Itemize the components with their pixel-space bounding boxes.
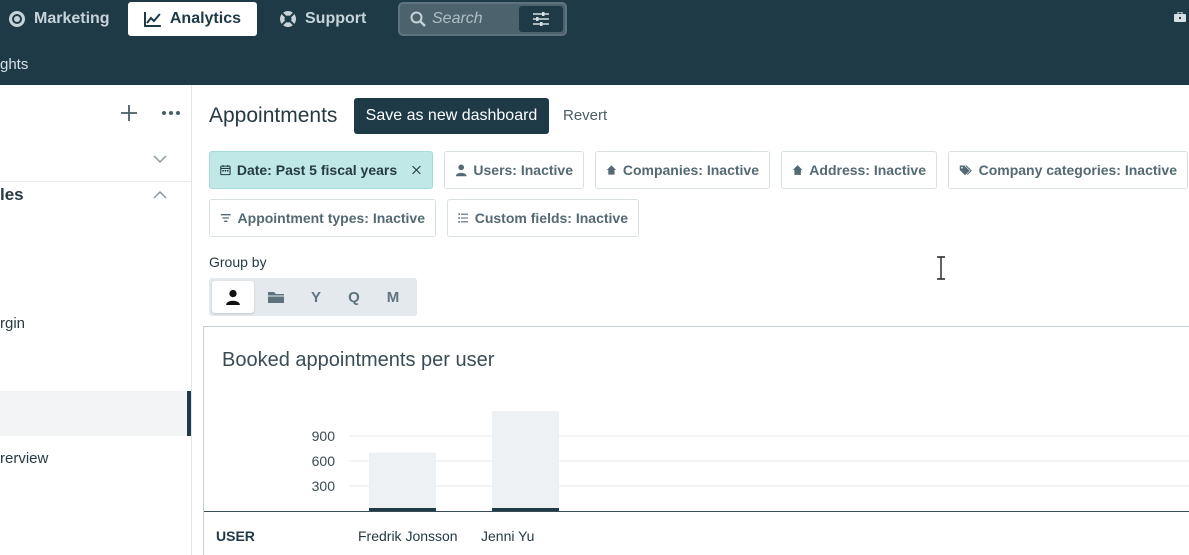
more-icon[interactable] xyxy=(161,103,181,123)
target-icon xyxy=(9,11,25,27)
filter-users[interactable]: Users: Inactive xyxy=(444,151,584,189)
filter-address[interactable]: Address: Inactive xyxy=(781,151,937,189)
folder-icon xyxy=(268,292,284,303)
revert-button[interactable]: Revert xyxy=(563,107,607,124)
chevron-up-icon[interactable] xyxy=(152,187,168,203)
page-title: Appointments xyxy=(209,104,338,127)
group-by-label: Group by xyxy=(209,254,267,270)
filter-label: Address: Inactive xyxy=(809,162,926,178)
plus-icon[interactable] xyxy=(119,103,139,123)
bar-chart: 300 600 900 xyxy=(312,411,1189,511)
save-dashboard-button[interactable]: Save as new dashboard xyxy=(354,98,549,134)
tab-label: Marketing xyxy=(34,10,110,27)
bar[interactable] xyxy=(369,452,436,511)
text-cursor-icon xyxy=(937,256,945,280)
bar[interactable] xyxy=(492,411,559,511)
briefcase-icon[interactable] xyxy=(1174,12,1186,22)
search-box xyxy=(398,2,567,36)
sidebar: les rgin rerview xyxy=(0,85,192,555)
filter-companies[interactable]: Companies: Inactive xyxy=(595,151,770,189)
tab-label: Analytics xyxy=(169,10,241,27)
sidebar-item[interactable]: rerview xyxy=(0,450,191,467)
category-label: Jenni Yu xyxy=(481,528,535,544)
lifebuoy-icon xyxy=(280,11,296,27)
y-tick-label: 300 xyxy=(312,478,336,494)
filter-company-categories[interactable]: Company categories: Inactive xyxy=(948,151,1188,189)
group-by-toggle: Y Q M xyxy=(209,278,417,316)
chevron-down-icon[interactable] xyxy=(152,151,168,167)
filter-label: Company categories: Inactive xyxy=(978,162,1177,178)
tab-analytics[interactable]: Analytics xyxy=(128,2,257,36)
sidebar-divider xyxy=(0,181,191,182)
group-by-quarter[interactable]: Q xyxy=(334,281,374,313)
filter-date[interactable]: Date: Past 5 fiscal years xyxy=(209,151,433,189)
y-tick-label: 900 xyxy=(312,428,336,444)
home-icon xyxy=(792,165,803,175)
filter-label: Custom fields: Inactive xyxy=(474,210,628,226)
subnav-insights[interactable]: ghts xyxy=(0,56,28,73)
filter-icon xyxy=(220,214,231,222)
y-tick-label: 600 xyxy=(312,453,336,469)
search-input[interactable] xyxy=(432,10,520,28)
calendar-icon xyxy=(220,164,231,176)
filter-label: Date: Past 5 fiscal years xyxy=(236,162,398,178)
chart-table-header: USER Fredrik Jonsson Jenni Yu xyxy=(204,511,1189,555)
list-icon xyxy=(458,213,468,223)
group-by-folder[interactable] xyxy=(256,281,296,313)
table-header-user: USER xyxy=(216,528,255,544)
line-chart-icon xyxy=(144,12,161,27)
tab-label: Support xyxy=(305,10,367,27)
tab-marketing[interactable]: Marketing xyxy=(0,2,126,36)
close-icon[interactable] xyxy=(411,163,422,177)
filter-custom-fields[interactable]: Custom fields: Inactive xyxy=(447,199,639,237)
filter-label: Appointment types: Inactive xyxy=(237,210,425,226)
category-label: Fredrik Jonsson xyxy=(358,528,458,544)
sliders-icon xyxy=(533,12,549,26)
filter-label: Companies: Inactive xyxy=(622,162,759,178)
tab-support[interactable]: Support xyxy=(263,2,382,36)
group-by-user[interactable] xyxy=(212,281,254,313)
tags-icon xyxy=(959,165,972,176)
sidebar-item-active[interactable] xyxy=(0,391,191,436)
home-icon xyxy=(606,165,617,175)
top-navigation-bar: Marketing Analytics Support ghts xyxy=(0,0,1189,85)
user-icon xyxy=(455,164,467,177)
filter-appointment-types[interactable]: Appointment types: Inactive xyxy=(209,199,436,237)
group-by-year[interactable]: Y xyxy=(296,281,336,313)
user-icon xyxy=(226,289,240,305)
chart-card: Booked appointments per user 300 600 900 U… xyxy=(203,326,1189,555)
sidebar-item[interactable]: rgin xyxy=(0,315,191,332)
search-icon xyxy=(410,11,426,27)
filter-label: Users: Inactive xyxy=(473,162,573,178)
group-by-month[interactable]: M xyxy=(373,281,413,313)
search-filter-button[interactable] xyxy=(519,6,563,32)
